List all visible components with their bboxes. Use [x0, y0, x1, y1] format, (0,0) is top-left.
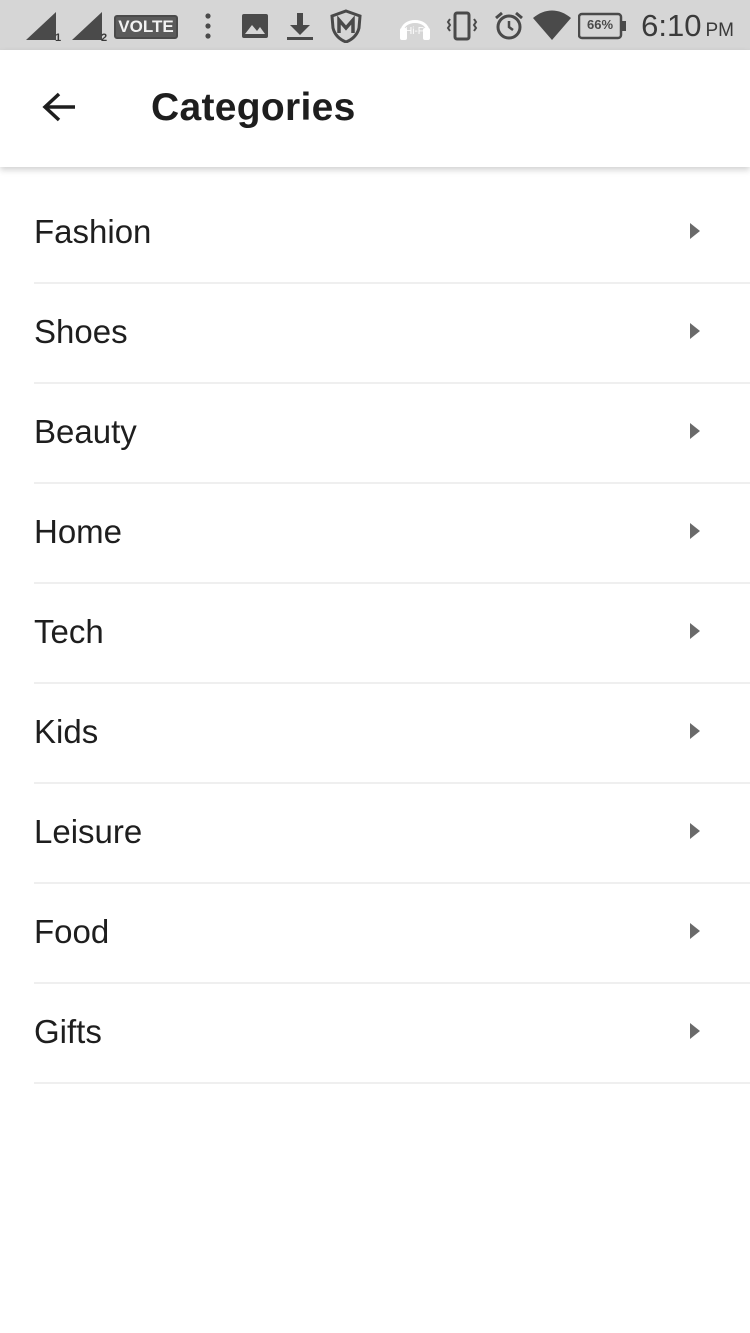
sim1-label: 1	[55, 32, 62, 44]
list-item-home[interactable]: Home	[0, 484, 750, 584]
status-bar: 1 2 VOLTE Hi-Fi 66% 6:10 PM	[0, 0, 750, 50]
list-item-tech[interactable]: Tech	[0, 584, 750, 684]
chevron-right-icon	[690, 623, 700, 639]
list-item-label: Shoes	[34, 313, 128, 350]
list-item-label: Kids	[34, 713, 99, 750]
chevron-right-icon	[690, 923, 700, 939]
chevron-right-icon	[690, 523, 700, 539]
battery-level: 66%	[587, 17, 614, 32]
list-item-label: Fashion	[34, 213, 152, 250]
image-icon	[240, 12, 270, 40]
clock-time: 6:10	[641, 8, 702, 43]
list-item-fashion[interactable]: Fashion	[0, 184, 750, 284]
back-button[interactable]	[30, 80, 88, 138]
list-item-label: Food	[34, 913, 110, 950]
app-bar: Categories	[0, 50, 750, 167]
hifi-label: Hi-Fi	[405, 26, 427, 37]
download-icon	[284, 10, 316, 42]
list-item-beauty[interactable]: Beauty	[0, 384, 750, 484]
chevron-right-icon	[690, 323, 700, 339]
clock-ampm: PM	[705, 20, 735, 41]
vibrate-icon	[446, 10, 478, 42]
category-list: Fashion Shoes Beauty Home Tech Kids Leis…	[0, 184, 750, 1084]
list-item-gifts[interactable]: Gifts	[0, 984, 750, 1084]
list-item-label: Leisure	[34, 813, 143, 850]
list-item-shoes[interactable]: Shoes	[0, 284, 750, 384]
shield-m-icon	[328, 8, 364, 44]
chevron-right-icon	[690, 223, 700, 239]
alarm-icon	[492, 9, 526, 43]
list-item-label: Gifts	[34, 1013, 102, 1050]
chevron-right-icon	[690, 823, 700, 839]
list-item-label: Home	[34, 513, 123, 550]
list-item-food[interactable]: Food	[0, 884, 750, 984]
wifi-icon	[530, 10, 574, 42]
page-title: Categories	[151, 86, 356, 129]
chevron-right-icon	[690, 1023, 700, 1039]
sim2-label: 2	[101, 32, 108, 44]
list-item-leisure[interactable]: Leisure	[0, 784, 750, 884]
more-dots-icon	[200, 12, 216, 40]
status-clock: 6:10 PM	[641, 8, 734, 44]
list-item-kids[interactable]: Kids	[0, 684, 750, 784]
arrow-left-icon	[41, 91, 77, 128]
chevron-right-icon	[690, 423, 700, 439]
list-item-label: Tech	[34, 613, 104, 650]
volte-badge: VOLTE	[114, 15, 178, 39]
list-item-label: Beauty	[34, 413, 137, 450]
chevron-right-icon	[690, 723, 700, 739]
